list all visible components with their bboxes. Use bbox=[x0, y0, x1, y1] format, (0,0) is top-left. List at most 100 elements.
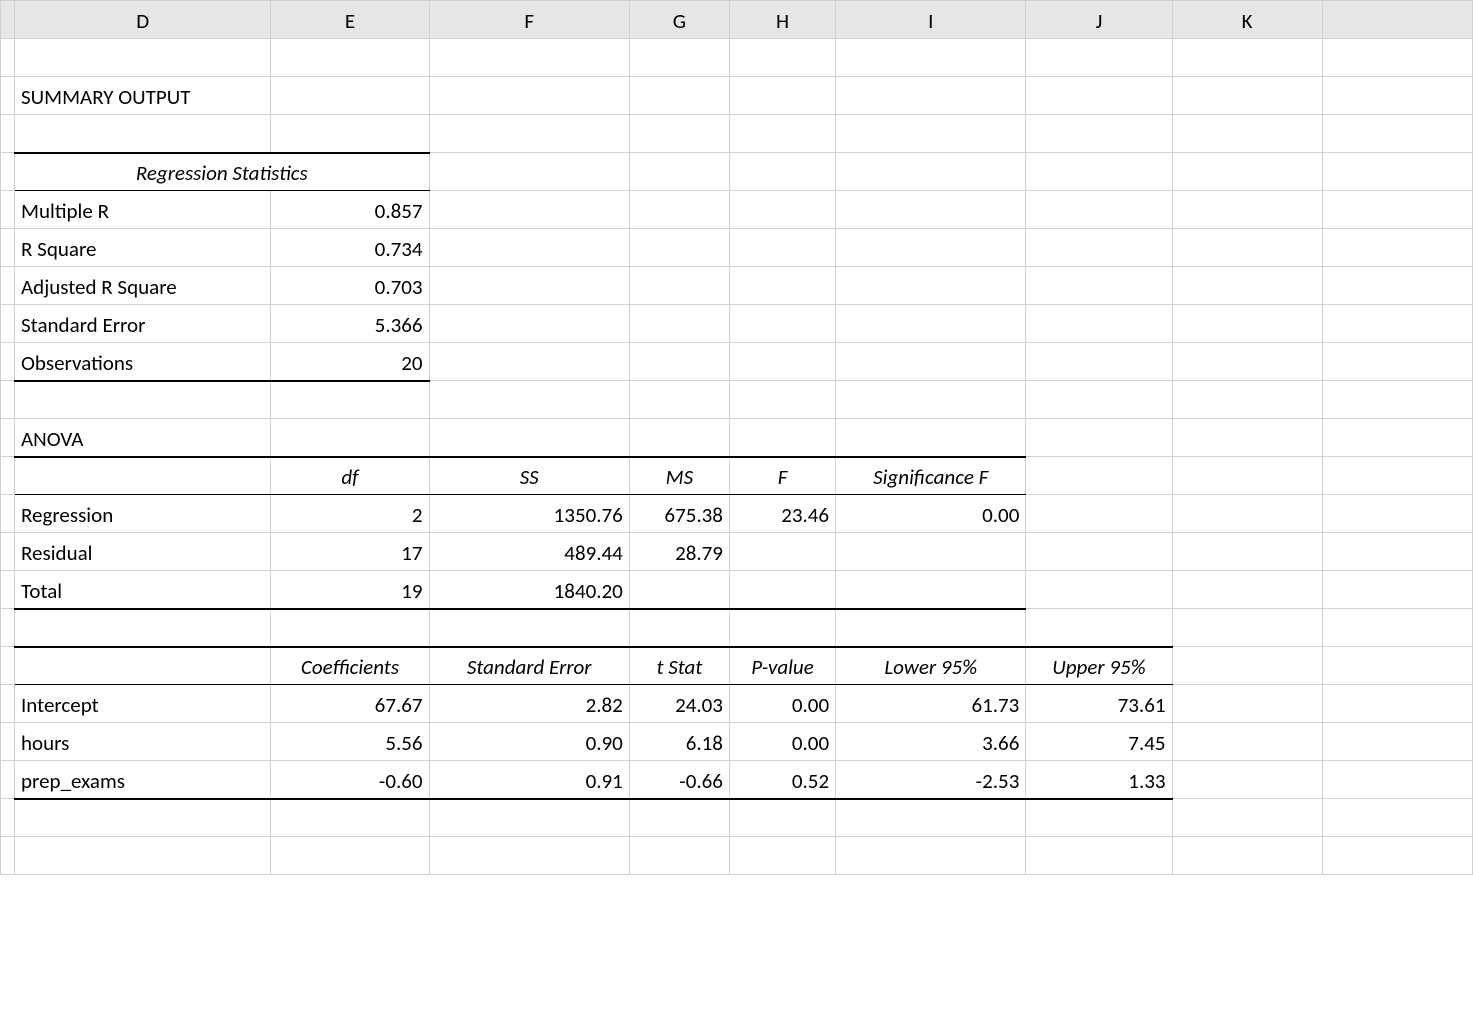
cell[interactable] bbox=[836, 305, 1026, 343]
cell[interactable] bbox=[1172, 305, 1322, 343]
col-header[interactable]: G bbox=[629, 1, 729, 39]
cell[interactable] bbox=[629, 39, 729, 77]
coef-row-label[interactable]: prep_exams bbox=[15, 761, 271, 799]
anova-cell[interactable] bbox=[836, 533, 1026, 571]
anova-cell[interactable]: 675.38 bbox=[629, 495, 729, 533]
cell[interactable] bbox=[1026, 229, 1172, 267]
cell[interactable] bbox=[1172, 153, 1322, 191]
cell[interactable] bbox=[15, 647, 271, 685]
cell[interactable] bbox=[1172, 685, 1322, 723]
cell[interactable] bbox=[1026, 533, 1172, 571]
cell[interactable] bbox=[1322, 115, 1472, 153]
cell[interactable] bbox=[429, 837, 629, 875]
cell[interactable] bbox=[1172, 267, 1322, 305]
cell[interactable] bbox=[729, 39, 835, 77]
anova-header-ms[interactable]: MS bbox=[629, 457, 729, 495]
coef-cell[interactable]: -0.60 bbox=[271, 761, 429, 799]
cell[interactable] bbox=[15, 837, 271, 875]
cell[interactable] bbox=[1026, 419, 1172, 457]
regstat-value[interactable]: 5.366 bbox=[271, 305, 429, 343]
anova-row-label[interactable]: Regression bbox=[15, 495, 271, 533]
cell[interactable] bbox=[836, 381, 1026, 419]
coef-header[interactable]: Lower 95% bbox=[836, 647, 1026, 685]
coef-cell[interactable]: 24.03 bbox=[629, 685, 729, 723]
cell[interactable] bbox=[836, 837, 1026, 875]
cell[interactable] bbox=[729, 381, 835, 419]
coef-row-label[interactable]: Intercept bbox=[15, 685, 271, 723]
cell[interactable] bbox=[629, 191, 729, 229]
cell[interactable] bbox=[1172, 39, 1322, 77]
cell[interactable] bbox=[629, 837, 729, 875]
cell[interactable] bbox=[1172, 343, 1322, 381]
coef-cell[interactable]: 67.67 bbox=[271, 685, 429, 723]
coef-cell[interactable]: 3.66 bbox=[836, 723, 1026, 761]
cell[interactable] bbox=[271, 609, 429, 647]
cell[interactable] bbox=[629, 115, 729, 153]
cell[interactable] bbox=[729, 115, 835, 153]
cell[interactable] bbox=[1322, 571, 1472, 609]
cell[interactable] bbox=[1026, 571, 1172, 609]
cell[interactable] bbox=[15, 115, 271, 153]
cell[interactable] bbox=[1026, 343, 1172, 381]
cell[interactable] bbox=[629, 343, 729, 381]
cell[interactable] bbox=[1322, 647, 1472, 685]
spreadsheet[interactable]: D E F G H I J K SUMMARY OUTPUT Regressio… bbox=[0, 0, 1473, 875]
anova-cell[interactable] bbox=[729, 571, 835, 609]
cell[interactable] bbox=[15, 457, 271, 495]
cell[interactable] bbox=[1322, 229, 1472, 267]
cell[interactable] bbox=[1322, 191, 1472, 229]
anova-header-f[interactable]: F bbox=[729, 457, 835, 495]
cell[interactable] bbox=[836, 419, 1026, 457]
cell[interactable] bbox=[429, 153, 629, 191]
anova-cell[interactable]: 0.00 bbox=[836, 495, 1026, 533]
coef-cell[interactable]: 0.90 bbox=[429, 723, 629, 761]
cell[interactable] bbox=[1026, 381, 1172, 419]
cell[interactable] bbox=[1322, 761, 1472, 799]
coef-cell[interactable]: 0.91 bbox=[429, 761, 629, 799]
regstat-value[interactable]: 0.734 bbox=[271, 229, 429, 267]
cell[interactable] bbox=[1026, 115, 1172, 153]
cell[interactable] bbox=[1026, 799, 1172, 837]
cell[interactable] bbox=[1172, 837, 1322, 875]
cell[interactable] bbox=[1172, 761, 1322, 799]
col-header[interactable]: D bbox=[15, 1, 271, 39]
cell[interactable] bbox=[1172, 799, 1322, 837]
col-header[interactable]: I bbox=[836, 1, 1026, 39]
cell[interactable] bbox=[1172, 723, 1322, 761]
cell[interactable] bbox=[1172, 419, 1322, 457]
col-header[interactable]: F bbox=[429, 1, 629, 39]
cell[interactable] bbox=[1322, 837, 1472, 875]
cell[interactable] bbox=[1026, 191, 1172, 229]
cell[interactable] bbox=[15, 39, 271, 77]
cell[interactable] bbox=[1026, 267, 1172, 305]
cell[interactable] bbox=[1322, 495, 1472, 533]
anova-cell[interactable]: 19 bbox=[271, 571, 429, 609]
cell[interactable] bbox=[1172, 115, 1322, 153]
cell[interactable] bbox=[836, 609, 1026, 647]
cell[interactable] bbox=[1322, 533, 1472, 571]
cell[interactable] bbox=[271, 77, 429, 115]
cell[interactable] bbox=[629, 267, 729, 305]
cell[interactable] bbox=[1026, 457, 1172, 495]
cell[interactable] bbox=[429, 191, 629, 229]
cell[interactable] bbox=[1322, 343, 1472, 381]
regression-statistics-header[interactable]: Regression Statistics bbox=[15, 153, 430, 191]
regstat-label[interactable]: R Square bbox=[15, 229, 271, 267]
cell[interactable] bbox=[1322, 609, 1472, 647]
coef-header[interactable]: Upper 95% bbox=[1026, 647, 1172, 685]
cell[interactable] bbox=[1172, 191, 1322, 229]
anova-header-ss[interactable]: SS bbox=[429, 457, 629, 495]
anova-cell[interactable]: 17 bbox=[271, 533, 429, 571]
cell[interactable] bbox=[1322, 723, 1472, 761]
anova-title[interactable]: ANOVA bbox=[15, 419, 271, 457]
cell[interactable] bbox=[836, 191, 1026, 229]
cell[interactable] bbox=[629, 305, 729, 343]
cell[interactable] bbox=[429, 267, 629, 305]
anova-row-label[interactable]: Total bbox=[15, 571, 271, 609]
coef-cell[interactable]: 0.00 bbox=[729, 685, 835, 723]
cell[interactable] bbox=[429, 39, 629, 77]
cell[interactable] bbox=[629, 419, 729, 457]
coef-header[interactable]: Standard Error bbox=[429, 647, 629, 685]
cell[interactable] bbox=[629, 381, 729, 419]
anova-cell[interactable] bbox=[629, 571, 729, 609]
